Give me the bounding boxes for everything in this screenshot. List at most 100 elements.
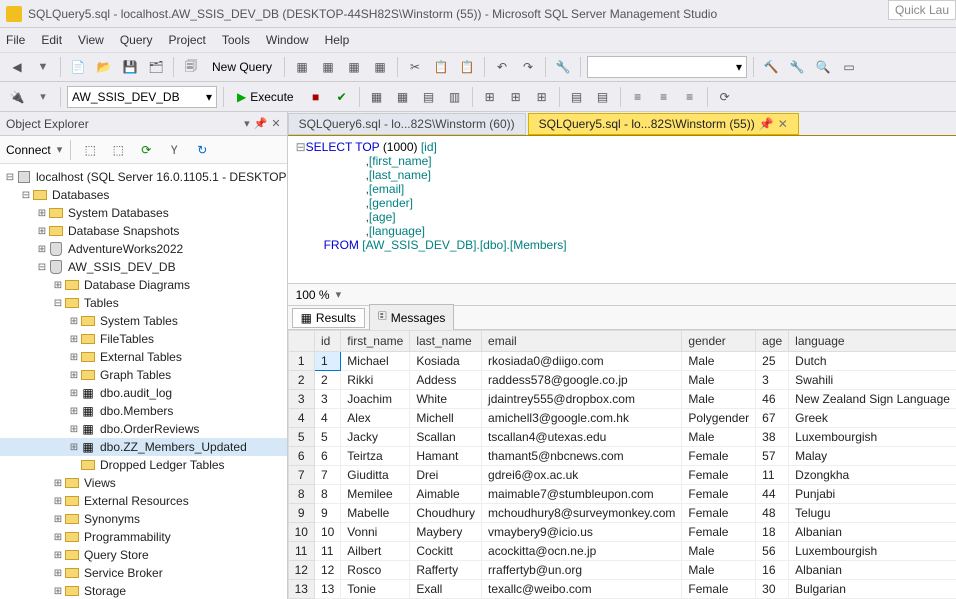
- comment-button[interactable]: ▤: [566, 86, 588, 108]
- mdx-button[interactable]: ▦: [317, 56, 339, 78]
- expander-icon[interactable]: ⊞: [52, 586, 64, 597]
- expander-icon[interactable]: ⊞: [36, 208, 48, 219]
- cut-button[interactable]: ✂: [404, 56, 426, 78]
- plan2-button[interactable]: ▦: [392, 86, 414, 108]
- expander-icon[interactable]: ⊞: [68, 406, 80, 417]
- open-button[interactable]: 📂: [93, 56, 115, 78]
- plan-button[interactable]: ▦: [366, 86, 388, 108]
- table-row[interactable]: 1313TonieExalltexallc@weibo.comFemale30B…: [288, 580, 956, 599]
- indent-button[interactable]: ≡: [627, 86, 649, 108]
- zoom-dropdown-icon[interactable]: ▾: [336, 288, 342, 301]
- tab-sqlquery6[interactable]: SQLQuery6.sql - lo...82S\Winstorm (60)): [288, 113, 526, 135]
- col-header[interactable]: email: [482, 331, 682, 352]
- search-icon[interactable]: 🔍: [812, 56, 834, 78]
- tree-server[interactable]: localhost (SQL Server 16.0.1105.1 - DESK…: [36, 170, 287, 184]
- nav-back-button[interactable]: ◀: [6, 56, 28, 78]
- menu-window[interactable]: Window: [266, 33, 309, 47]
- col-header[interactable]: gender: [682, 331, 756, 352]
- stop-button[interactable]: ■: [305, 86, 327, 108]
- tree-orderreviews[interactable]: dbo.OrderReviews: [100, 422, 199, 436]
- expander-icon[interactable]: ⊟: [20, 190, 32, 201]
- results-grid-button[interactable]: ▤: [418, 86, 440, 108]
- paste-button[interactable]: 📋: [456, 56, 478, 78]
- database-dropdown[interactable]: AW_SSIS_DEV_DB▾: [67, 86, 217, 108]
- table-row[interactable]: 66TeirtzaHamantthamant5@nbcnews.comFemal…: [288, 447, 956, 466]
- connection-dropdown[interactable]: ▾: [32, 86, 54, 108]
- expander-icon[interactable]: ⊞: [52, 280, 64, 291]
- quick-launch-input[interactable]: Quick Lau: [888, 0, 956, 20]
- tree-exttables[interactable]: External Tables: [100, 350, 182, 364]
- saveall-button[interactable]: 🗂: [145, 56, 167, 78]
- copy-button[interactable]: 📋: [430, 56, 452, 78]
- table-row[interactable]: 11MichaelKosiadarkosiada0@diigo.comMale2…: [288, 352, 956, 371]
- results-grid[interactable]: idfirst_namelast_nameemailgenderagelangu…: [288, 330, 956, 599]
- messages-tab[interactable]: 🗉Messages: [369, 304, 454, 331]
- option1-button[interactable]: ⊞: [479, 86, 501, 108]
- expander-icon[interactable]: ⊞: [68, 316, 80, 327]
- undo-button[interactable]: ↶: [491, 56, 513, 78]
- xmla-button[interactable]: ▦: [291, 56, 313, 78]
- zoom-level[interactable]: 100 %: [296, 288, 330, 302]
- results-tab[interactable]: ▦Results: [292, 308, 365, 328]
- expander-icon[interactable]: ⊞: [68, 370, 80, 381]
- panel-pin-icon[interactable]: 📌: [254, 117, 268, 130]
- connection-icon[interactable]: 🔌: [6, 86, 28, 108]
- table-row[interactable]: 1010VonniMayberyvmaybery9@icio.usFemale1…: [288, 523, 956, 542]
- menu-help[interactable]: Help: [325, 33, 350, 47]
- expander-icon[interactable]: ⊞: [52, 550, 64, 561]
- tree-querystore[interactable]: Query Store: [84, 548, 149, 562]
- dax-button[interactable]: ▦: [343, 56, 365, 78]
- expander-icon[interactable]: ⊞: [36, 226, 48, 237]
- table-row[interactable]: 1111AilbertCockittacockitta@ocn.ne.jpMal…: [288, 542, 956, 561]
- format-button[interactable]: ≡: [679, 86, 701, 108]
- tree-databases[interactable]: Databases: [52, 188, 109, 202]
- pin-icon[interactable]: 📌: [759, 117, 774, 131]
- object-tree[interactable]: ⊟ localhost (SQL Server 16.0.1105.1 - DES…: [0, 164, 287, 599]
- connect-button[interactable]: Connect: [6, 143, 51, 157]
- col-header[interactable]: last_name: [410, 331, 482, 352]
- panel-close-icon[interactable]: ✕: [271, 117, 280, 130]
- col-header[interactable]: id: [314, 331, 340, 352]
- tree-members[interactable]: dbo.Members: [100, 404, 173, 418]
- stop-filter-button[interactable]: Ү: [163, 139, 185, 161]
- tree-systables[interactable]: System Tables: [100, 314, 178, 328]
- expander-icon[interactable]: ⊞: [68, 424, 80, 435]
- expander-icon[interactable]: ⊞: [68, 352, 80, 363]
- tree-filetables[interactable]: FileTables: [100, 332, 154, 346]
- sql-editor[interactable]: ⊟SELECT TOP (1000) [id] ,[first_name] ,[…: [288, 136, 956, 284]
- table-row[interactable]: 1212RoscoRaffertyrraffertyb@un.orgMale16…: [288, 561, 956, 580]
- uncomment-button[interactable]: ▤: [592, 86, 614, 108]
- col-header[interactable]: language: [789, 331, 956, 352]
- tree-extres[interactable]: External Resources: [84, 494, 189, 508]
- tree-storage[interactable]: Storage: [84, 584, 126, 598]
- expander-icon[interactable]: ⊞: [52, 496, 64, 507]
- col-header[interactable]: first_name: [341, 331, 410, 352]
- tree-graphtables[interactable]: Graph Tables: [100, 368, 171, 382]
- expander-icon[interactable]: ⊟: [36, 262, 48, 273]
- new-query-icon[interactable]: 🗐: [180, 56, 202, 78]
- table-row[interactable]: 44AlexMichellamichell3@google.com.hkPoly…: [288, 409, 956, 428]
- table-row[interactable]: 55JackyScallantscallan4@utexas.eduMale38…: [288, 428, 956, 447]
- props-button[interactable]: 🔧: [552, 56, 574, 78]
- menu-file[interactable]: File: [6, 33, 25, 47]
- menu-tools[interactable]: Tools: [222, 33, 250, 47]
- tree-dropped[interactable]: Dropped Ledger Tables: [100, 458, 225, 472]
- execute-button[interactable]: ▶Execute: [230, 87, 301, 107]
- tree-sysdb[interactable]: System Databases: [68, 206, 169, 220]
- menu-edit[interactable]: Edit: [41, 33, 62, 47]
- menu-project[interactable]: Project: [169, 33, 206, 47]
- tool-icon[interactable]: 🔨: [760, 56, 782, 78]
- trace-button[interactable]: ⟳: [714, 86, 736, 108]
- outdent-button[interactable]: ≡: [653, 86, 675, 108]
- expander-icon[interactable]: ⊞: [36, 244, 48, 255]
- expander-icon[interactable]: ⊞: [52, 532, 64, 543]
- option2-button[interactable]: ⊞: [505, 86, 527, 108]
- tree-snapshots[interactable]: Database Snapshots: [68, 224, 179, 238]
- refresh-button[interactable]: ⟳: [135, 139, 157, 161]
- table-row[interactable]: 88MemileeAimablemaimable7@stumbleupon.co…: [288, 485, 956, 504]
- new-button[interactable]: 📄: [67, 56, 89, 78]
- new-query-button[interactable]: New Query: [206, 60, 278, 74]
- tree-diagrams[interactable]: Database Diagrams: [84, 278, 190, 292]
- generic-dropdown[interactable]: ▾: [587, 56, 747, 78]
- tree-synonyms[interactable]: Synonyms: [84, 512, 140, 526]
